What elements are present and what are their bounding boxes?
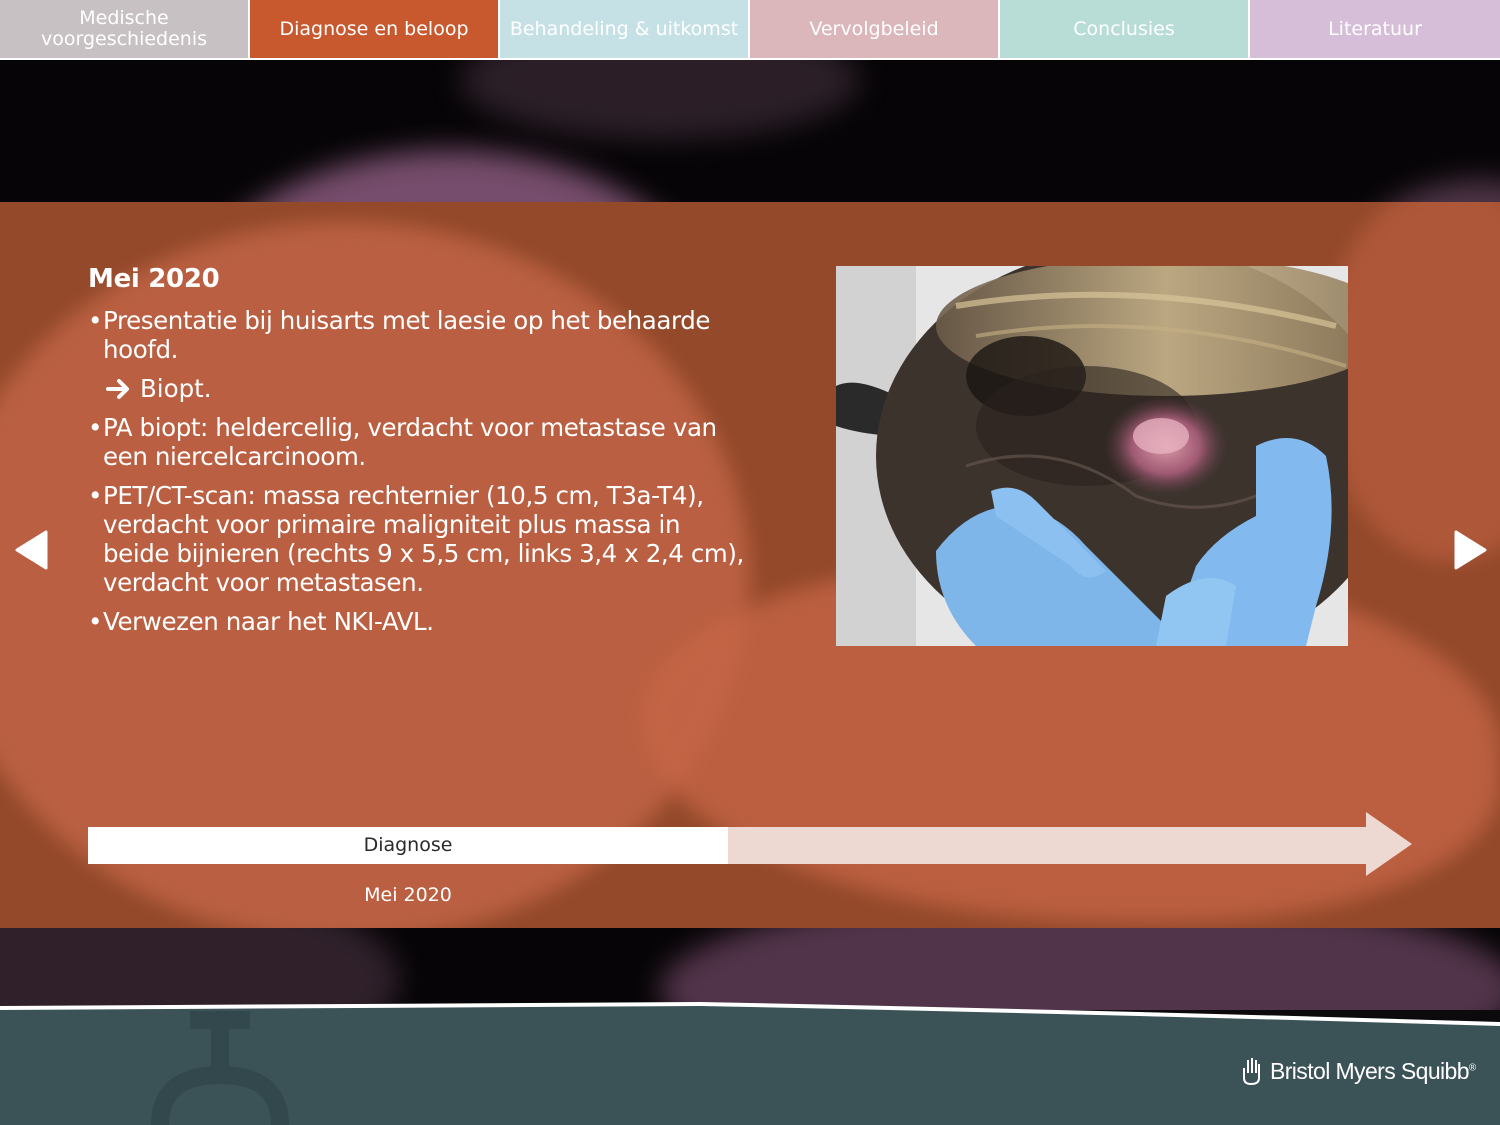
tab-medische-voorgeschiedenis[interactable]: Medische voorgeschiedenis [0, 0, 250, 58]
bullet-text: Verwezen naar het NKI-AVL. [103, 607, 434, 636]
bullet-item: • PA biopt: heldercellig, verdacht voor … [88, 413, 748, 471]
sub-step-text: Biopt. [140, 374, 212, 403]
tab-vervolgbeleid[interactable]: Vervolgbeleid [750, 0, 1000, 58]
triangle-left-icon[interactable] [14, 530, 48, 570]
bullet-dot: • [88, 607, 103, 636]
timeline-label: Diagnose [363, 834, 453, 856]
bullet-text: Presentatie bij huisarts met laesie op h… [103, 306, 711, 364]
tab-diagnose-en-beloop[interactable]: Diagnose en beloop [250, 0, 500, 58]
date-heading: Mei 2020 [88, 264, 220, 294]
bullet-dot: • [88, 481, 103, 510]
section-tabs: Medische voorgeschiedenis Diagnose en be… [0, 0, 1500, 60]
tab-label: Diagnose en beloop [279, 17, 469, 40]
case-text: Mei 2020 • Presentatie bij huisarts met … [88, 264, 748, 646]
tab-label: Behandeling & uitkomst [509, 17, 739, 40]
timeline-arrow-head [1366, 812, 1412, 876]
tab-conclusies[interactable]: Conclusies [1000, 0, 1250, 58]
brand-name: Bristol Myers Squibb® [1270, 1057, 1476, 1084]
bullet-item: • Presentatie bij huisarts met laesie op… [88, 306, 748, 364]
scalp-lesion-photo [836, 266, 1348, 646]
bullet-dot: • [88, 413, 103, 442]
sub-step: Biopt. [88, 374, 748, 403]
tab-divider [0, 58, 1500, 60]
tab-label: Conclusies [1073, 17, 1175, 40]
bullet-dot: • [88, 306, 103, 335]
tab-label: Literatuur [1328, 17, 1422, 40]
tab-label: Vervolgbeleid [809, 17, 939, 40]
tab-literatuur[interactable]: Literatuur [1250, 0, 1500, 58]
hand-logo-icon [1243, 1058, 1260, 1086]
footer: Bristol Myers Squibb® [0, 1000, 1500, 1125]
content-panel: Mei 2020 • Presentatie bij huisarts met … [0, 202, 1500, 928]
tab-behandeling-uitkomst[interactable]: Behandeling & uitkomst [500, 0, 750, 58]
timeline-date: Mei 2020 [364, 884, 452, 906]
bullet-text: PA biopt: heldercellig, verdacht voor me… [103, 413, 717, 471]
triangle-right-icon[interactable] [1454, 530, 1488, 570]
arrow-right-icon [106, 378, 129, 399]
timeline-bar: Diagnose [88, 827, 1368, 864]
bms-logo: Bristol Myers Squibb® [1240, 1056, 1476, 1086]
bullet-text: PET/CT-scan: massa rechternier (10,5 cm,… [103, 481, 744, 597]
bullet-item: • PET/CT-scan: massa rechternier (10,5 c… [88, 481, 748, 597]
bullet-item: • Verwezen naar het NKI-AVL. [88, 607, 748, 636]
tab-label: Medische voorgeschiedenis [40, 7, 208, 50]
